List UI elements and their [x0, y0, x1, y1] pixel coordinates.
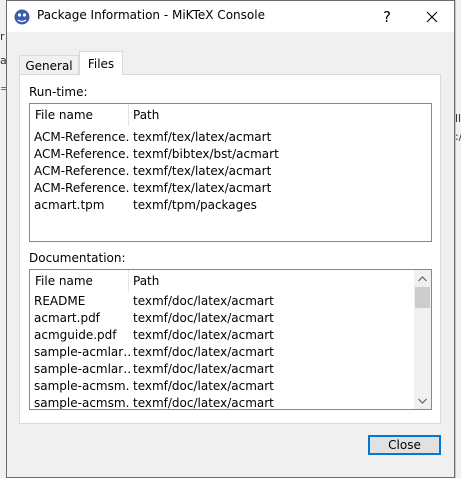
table-row[interactable]: sample-acmlar… texmf/doc/latex/acmart [30, 361, 431, 378]
file-name-cell: sample-acmsm… [34, 379, 130, 393]
table-row[interactable]: acmguide.pdf texmf/doc/latex/acmart [30, 327, 431, 344]
list-header: File name Path [30, 270, 431, 292]
title-bar[interactable]: Package Information - MiKTeX Console ? [7, 1, 454, 32]
column-header-file-name[interactable]: File name [35, 108, 93, 122]
path-cell: texmf/doc/latex/acmart [133, 396, 274, 410]
file-name-cell: ACM-Reference… [34, 181, 130, 195]
package-information-dialog: Package Information - MiKTeX Console ? G… [6, 0, 455, 478]
file-name-cell: ACM-Reference… [34, 147, 130, 161]
file-name-cell: acmart.tpm [34, 198, 105, 212]
table-row[interactable]: ACM-Reference… texmf/tex/latex/acmart [30, 129, 431, 146]
table-row[interactable]: ACM-Reference… texmf/tex/latex/acmart [30, 180, 431, 197]
table-row[interactable]: acmart.tpm texmf/tpm/packages [30, 197, 431, 214]
window-title: Package Information - MiKTeX Console [37, 8, 265, 22]
documentation-file-list[interactable]: File name Path README texmf/doc/latex/ac… [29, 269, 432, 410]
close-icon[interactable] [411, 1, 453, 32]
path-cell: texmf/doc/latex/acmart [133, 294, 274, 308]
background-text-fragment: lle [455, 112, 461, 125]
file-name-cell: ACM-Reference… [34, 164, 130, 178]
table-row[interactable]: README texmf/doc/latex/acmart [30, 293, 431, 310]
path-cell: texmf/doc/latex/acmart [133, 362, 274, 376]
close-button[interactable]: Close [368, 435, 441, 455]
path-cell: texmf/doc/latex/acmart [133, 379, 274, 393]
runtime-file-list[interactable]: File name Path ACM-Reference… texmf/tex/… [29, 103, 432, 242]
file-name-cell: acmart.pdf [34, 311, 100, 325]
column-divider[interactable] [128, 270, 129, 292]
path-cell: texmf/bibtex/bst/acmart [133, 147, 279, 161]
table-row[interactable]: ACM-Reference… texmf/bibtex/bst/acmart [30, 146, 431, 163]
documentation-label: Documentation: [29, 251, 126, 265]
file-name-cell: sample-acmlar… [34, 345, 130, 359]
file-name-cell: ACM-Reference… [34, 130, 130, 144]
table-row[interactable]: sample-acmlar… texmf/doc/latex/acmart [30, 344, 431, 361]
tab-general[interactable]: General [19, 55, 79, 75]
files-tab-panel: Run-time: File name Path ACM-Reference… … [19, 74, 441, 424]
file-name-cell: sample-acmsm… [34, 396, 130, 410]
table-row[interactable]: acmart.pdf texmf/doc/latex/acmart [30, 310, 431, 327]
miktex-icon [14, 9, 30, 25]
vertical-scrollbar[interactable] [414, 270, 431, 409]
scrollbar-thumb[interactable] [415, 287, 430, 308]
column-header-path[interactable]: Path [133, 108, 159, 122]
path-cell: texmf/doc/latex/acmart [133, 311, 274, 325]
background-window-right [455, 0, 461, 478]
table-row[interactable]: ACM-Reference… texmf/tex/latex/acmart [30, 163, 431, 180]
file-name-cell: sample-acmlar… [34, 362, 130, 376]
path-cell: texmf/tex/latex/acmart [133, 130, 272, 144]
table-row[interactable]: sample-acmsm… texmf/doc/latex/acmart [30, 378, 431, 395]
runtime-label: Run-time: [29, 85, 88, 99]
path-cell: texmf/tpm/packages [133, 198, 257, 212]
path-cell: texmf/tex/latex/acmart [133, 181, 272, 195]
table-row[interactable]: sample-acmsm… texmf/doc/latex/acmart [30, 395, 431, 410]
help-button[interactable]: ? [367, 1, 407, 32]
list-header: File name Path [30, 104, 431, 126]
background-text-fragment: :/ [455, 130, 461, 143]
tab-files[interactable]: Files [79, 51, 123, 75]
path-cell: texmf/doc/latex/acmart [133, 345, 274, 359]
column-header-path[interactable]: Path [133, 274, 159, 288]
column-divider[interactable] [128, 104, 129, 126]
file-name-cell: README [34, 294, 86, 308]
scroll-up-arrow-icon[interactable] [414, 270, 431, 287]
path-cell: texmf/tex/latex/acmart [133, 164, 272, 178]
scroll-down-arrow-icon[interactable] [414, 392, 431, 409]
file-name-cell: acmguide.pdf [34, 328, 117, 342]
path-cell: texmf/doc/latex/acmart [133, 328, 274, 342]
column-header-file-name[interactable]: File name [35, 274, 93, 288]
